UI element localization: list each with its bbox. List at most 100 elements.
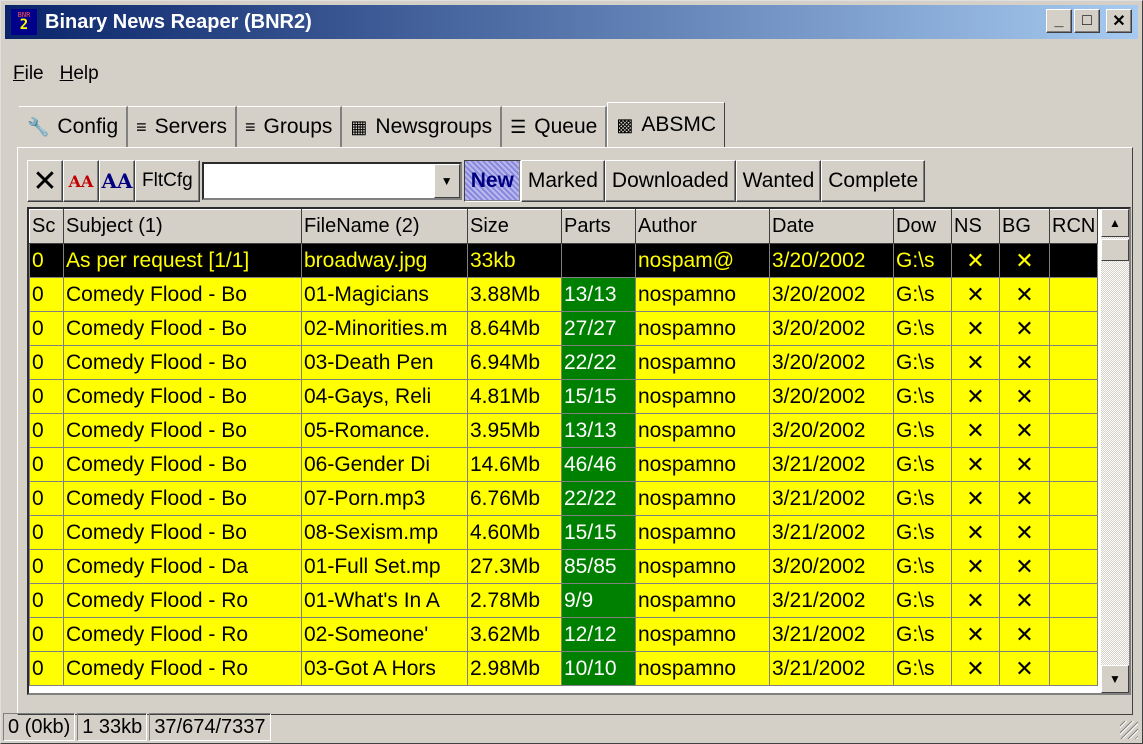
table-cell: 15/15 bbox=[561, 515, 636, 550]
tree-icon: ≡ bbox=[245, 116, 256, 137]
column-header[interactable]: Author bbox=[635, 209, 770, 244]
table-cell: Comedy Flood - Bo bbox=[63, 481, 302, 516]
table-row[interactable]: 0 Comedy Flood - Bo 06-Gender Di 14.6Mb 46/4… bbox=[29, 447, 1099, 482]
maximize-icon: □ bbox=[1082, 12, 1092, 29]
table-cell: 3/20/2002 bbox=[769, 243, 894, 278]
table-cell: 12/12 bbox=[561, 617, 636, 652]
table-cell: nospamno bbox=[635, 447, 770, 482]
font-small-button[interactable]: AA bbox=[63, 160, 99, 202]
table-row[interactable]: 0 Comedy Flood - Bo 04-Gays, Reli 4.81Mb 15/… bbox=[29, 379, 1099, 414]
tab-queue[interactable]: ☰ Queue bbox=[502, 106, 608, 147]
tab-config[interactable]: 🔧 Config bbox=[19, 106, 129, 147]
scroll-down-button[interactable]: ▼ bbox=[1101, 665, 1129, 693]
scroll-thumb[interactable] bbox=[1101, 239, 1129, 261]
column-header[interactable]: Parts bbox=[561, 209, 636, 244]
filter-marked-button[interactable]: Marked bbox=[520, 160, 605, 202]
table-cell: 3/21/2002 bbox=[769, 447, 894, 482]
table-row[interactable]: 0 Comedy Flood - Bo 01-Magicians 3.88Mb 13/1… bbox=[29, 277, 1099, 312]
table-cell: ✕ bbox=[951, 243, 1000, 278]
menu-file[interactable]: File bbox=[5, 63, 52, 91]
table-cell: ✕ bbox=[999, 515, 1050, 550]
table-cell: ✕ bbox=[951, 413, 1000, 448]
table-cell: ✕ bbox=[951, 617, 1000, 652]
table-row[interactable]: 0 Comedy Flood - Bo 03-Death Pen 6.94Mb 22/2… bbox=[29, 345, 1099, 380]
fltcfg-button[interactable]: FltCfg bbox=[135, 160, 200, 202]
table-row[interactable]: 0 Comedy Flood - Bo 02-Minorities.m 8.64Mb 2… bbox=[29, 311, 1099, 346]
column-header[interactable]: Subject (1) bbox=[63, 209, 302, 244]
tab-absmc[interactable]: ▩ ABSMC bbox=[607, 102, 726, 147]
table-cell: 3/20/2002 bbox=[769, 277, 894, 312]
column-header[interactable]: FileName (2) bbox=[301, 209, 468, 244]
close-button[interactable]: ✕ bbox=[1106, 9, 1132, 33]
tab-strip: 🔧 Config ≡ Servers ≡ Groups ▦ Newsgroups ☰ Queue ▩… bbox=[19, 102, 726, 147]
tab-servers[interactable]: ≡ Servers bbox=[128, 106, 237, 147]
table-cell bbox=[1048, 651, 1099, 686]
menu-help[interactable]: Help bbox=[52, 63, 107, 91]
table-cell: 10/10 bbox=[561, 651, 636, 686]
table-cell: 22/22 bbox=[561, 481, 636, 516]
table-cell: nospamno bbox=[635, 515, 770, 550]
table-row[interactable]: 0 Comedy Flood - Ro 02-Someone' 3.62Mb 12/12… bbox=[29, 617, 1099, 652]
table-cell: ✕ bbox=[999, 243, 1050, 278]
table-cell: ✕ bbox=[951, 345, 1000, 380]
article-list[interactable]: Sc Subject (1) FileName (2) Size Parts Author… bbox=[27, 207, 1131, 695]
table-cell: Comedy Flood - Ro bbox=[63, 617, 302, 652]
table-cell: ✕ bbox=[951, 481, 1000, 516]
table-cell: G:\s bbox=[893, 515, 952, 550]
column-header[interactable]: Size bbox=[467, 209, 562, 244]
table-cell: G:\s bbox=[893, 651, 952, 686]
filter-new-button[interactable]: New bbox=[463, 160, 521, 202]
table-cell: 13/13 bbox=[561, 277, 636, 312]
filter-downloaded-button[interactable]: Downloaded bbox=[604, 160, 736, 202]
column-header[interactable]: Date bbox=[769, 209, 894, 244]
maximize-button[interactable]: □ bbox=[1074, 9, 1100, 33]
font-large-button[interactable]: AA bbox=[99, 160, 135, 202]
queue-icon: ☰ bbox=[510, 116, 527, 137]
table-row[interactable]: 0 Comedy Flood - Bo 08-Sexism.mp 4.60Mb 15/1… bbox=[29, 515, 1099, 550]
title-bar[interactable]: BNR 2 Binary News Reaper (BNR2) _ □ ✕ bbox=[5, 5, 1138, 39]
dropdown-arrow-icon[interactable]: ▼ bbox=[433, 164, 460, 198]
tab-label: Servers bbox=[154, 115, 227, 138]
resize-grip-icon[interactable] bbox=[1120, 721, 1138, 739]
table-cell: ✕ bbox=[951, 515, 1000, 550]
table-row[interactable]: 0 Comedy Flood - Bo 05-Romance. 3.95Mb 13/13… bbox=[29, 413, 1099, 448]
table-cell: 85/85 bbox=[561, 549, 636, 584]
table-row[interactable]: 0 As per request [1/1] broadway.jpg 33kb nos… bbox=[29, 243, 1099, 278]
scroll-up-button[interactable]: ▲ bbox=[1101, 209, 1129, 237]
filter-complete-button[interactable]: Complete bbox=[821, 160, 926, 202]
column-header[interactable]: RCN bbox=[1048, 209, 1099, 244]
table-cell: 4.60Mb bbox=[467, 515, 562, 550]
table-cell: nospamno bbox=[635, 311, 770, 346]
table-row[interactable]: 0 Comedy Flood - Bo 07-Porn.mp3 6.76Mb 22/22… bbox=[29, 481, 1099, 516]
delete-button[interactable]: ✕ bbox=[27, 160, 63, 202]
column-header[interactable]: NS bbox=[951, 209, 1000, 244]
table-cell: 4.81Mb bbox=[467, 379, 562, 414]
table-row[interactable]: 0 Comedy Flood - Da 01-Full Set.mp 27.3Mb 85… bbox=[29, 549, 1099, 584]
filter-combo[interactable]: ▼ bbox=[201, 162, 462, 200]
filter-wanted-button[interactable]: Wanted bbox=[735, 160, 822, 202]
column-header[interactable]: Dow bbox=[893, 209, 952, 244]
table-cell: Comedy Flood - Bo bbox=[63, 277, 302, 312]
table-cell: 3/20/2002 bbox=[769, 549, 894, 584]
delete-icon: ✕ bbox=[32, 164, 58, 198]
table-cell: ✕ bbox=[951, 277, 1000, 312]
table-cell bbox=[1048, 583, 1099, 618]
tab-groups[interactable]: ≡ Groups bbox=[237, 106, 343, 147]
app-icon[interactable]: BNR 2 bbox=[11, 9, 37, 35]
table-cell: ✕ bbox=[999, 549, 1050, 584]
vertical-scrollbar[interactable]: ▲ ▼ bbox=[1101, 209, 1129, 693]
tab-newsgroups[interactable]: ▦ Newsgroups bbox=[342, 106, 503, 147]
table-cell: 6.76Mb bbox=[467, 481, 562, 516]
table-cell bbox=[1048, 447, 1099, 482]
table-cell bbox=[1048, 345, 1099, 380]
table-row[interactable]: 0 Comedy Flood - Ro 01-What's In A 2.78Mb 9/… bbox=[29, 583, 1099, 618]
table-cell: 6.94Mb bbox=[467, 345, 562, 380]
column-header[interactable]: BG bbox=[999, 209, 1050, 244]
column-header[interactable]: Sc bbox=[29, 209, 64, 244]
table-cell: G:\s bbox=[893, 345, 952, 380]
minimize-button[interactable]: _ bbox=[1046, 9, 1072, 33]
table-cell: 3.95Mb bbox=[467, 413, 562, 448]
table-cell: nospamno bbox=[635, 345, 770, 380]
table-row[interactable]: 0 Comedy Flood - Ro 03-Got A Hors 2.98Mb 10/… bbox=[29, 651, 1099, 686]
table-cell: Comedy Flood - Bo bbox=[63, 311, 302, 346]
